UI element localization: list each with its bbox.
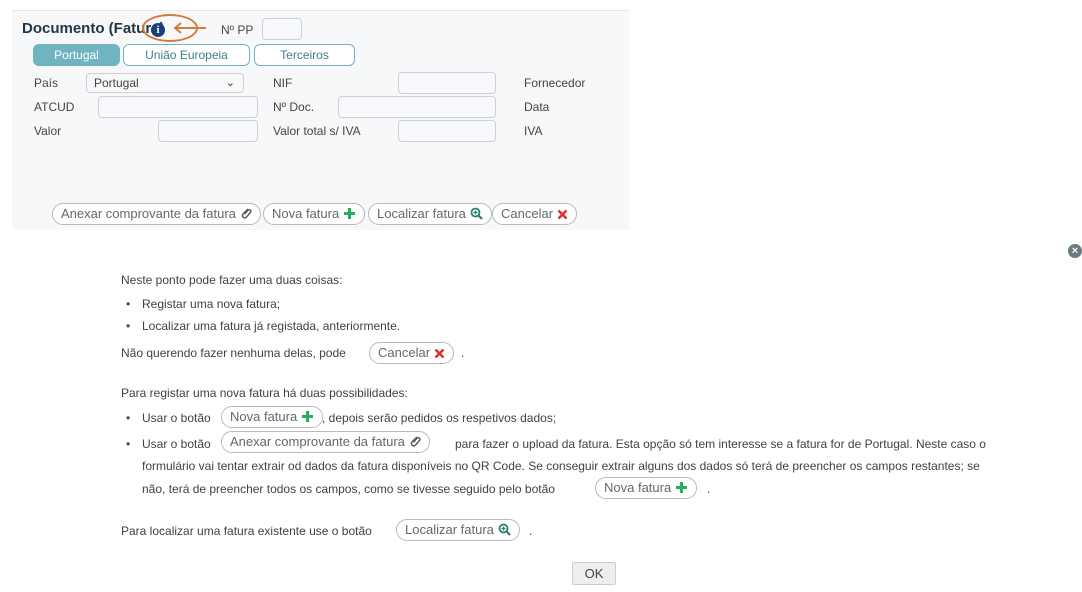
pais-label: País <box>34 76 59 90</box>
attach-receipt-label: Anexar comprovante da fatura <box>61 206 236 221</box>
chevron-down-icon: ⌄ <box>225 77 235 89</box>
close-red-icon <box>434 345 445 365</box>
valor-label: Valor <box>34 124 62 138</box>
help-line-c: não, terá de preencher todos os campos, … <box>142 482 555 496</box>
nif-input[interactable] <box>398 72 496 94</box>
valor-total-input[interactable] <box>398 120 496 142</box>
find-invoice-label: Localizar fatura <box>377 206 466 221</box>
help-find-invoice-button[interactable]: Localizar fatura <box>396 519 520 541</box>
help-find-line: Para localizar uma fatura existente use … <box>121 524 372 538</box>
help-attach-receipt-button[interactable]: Anexar comprovante da fatura <box>221 431 430 453</box>
zoom-in-icon <box>470 206 483 226</box>
npp-label: Nº PP <box>221 23 254 37</box>
ndoc-input[interactable] <box>338 96 496 118</box>
find-invoice-button[interactable]: Localizar fatura <box>368 203 492 225</box>
bullet-dot-icon: • <box>126 319 131 333</box>
new-invoice-button[interactable]: Nova fatura <box>263 203 366 226</box>
new-invoice-label: Nova fatura <box>272 206 340 221</box>
help-use-button-2: Usar o botão <box>142 437 211 451</box>
invoice-form-card <box>12 10 629 230</box>
iva-label: IVA <box>524 124 543 138</box>
help-new-invoice-button[interactable]: Nova fatura <box>221 406 324 429</box>
npp-input[interactable] <box>262 18 302 40</box>
help-bullet-2: Localizar uma fatura já registada, anter… <box>142 319 401 333</box>
help-dot-3: . <box>529 524 533 538</box>
pais-select-value: Portugal <box>94 76 139 90</box>
help-new-invoice-label: Nova fatura <box>230 409 298 424</box>
plus-icon <box>301 409 314 429</box>
help-new-invoice-label-2: Nova fatura <box>604 480 672 495</box>
help-find-invoice-label: Localizar fatura <box>405 522 494 537</box>
help-cancel-line: Não querendo fazer nenhuma delas, pode <box>121 346 346 360</box>
cancel-button[interactable]: Cancelar <box>492 203 578 226</box>
close-icon[interactable]: × <box>1068 244 1082 258</box>
help-line-b: formulário vai tentar extrair od dados d… <box>142 459 980 473</box>
bullet-dot-icon: • <box>126 437 131 451</box>
bullet-dot-icon: • <box>126 411 131 425</box>
pais-select[interactable]: Portugal ⌄ <box>86 73 244 93</box>
help-dot-2: . <box>707 482 711 496</box>
help-cancel-label: Cancelar <box>378 345 431 360</box>
ok-button[interactable]: OK <box>572 562 616 585</box>
paperclip-icon <box>409 434 421 454</box>
help-bullet-1: Registar uma nova fatura; <box>142 297 281 311</box>
atcud-label: ATCUD <box>34 100 75 114</box>
help-after-anexar: para fazer o upload da fatura. Esta opçã… <box>455 437 986 451</box>
help-new-invoice-button-2[interactable]: Nova fatura <box>595 477 698 500</box>
nif-label: NIF <box>273 76 293 90</box>
help-attach-receipt-label: Anexar comprovante da fatura <box>230 434 405 449</box>
cancel-label: Cancelar <box>501 206 554 221</box>
tab-portugal[interactable]: Portugal <box>33 44 120 66</box>
tab-terceiros[interactable]: Terceiros <box>254 44 355 66</box>
fornecedor-label: Fornecedor <box>524 76 586 90</box>
tab-uniao-europeia[interactable]: União Europeia <box>123 44 250 66</box>
valor-input[interactable] <box>158 120 258 142</box>
paperclip-icon <box>240 206 252 226</box>
annotation-arrow-icon <box>173 22 206 34</box>
help-after-nova: , depois serão pedidos os respetivos dad… <box>322 411 557 425</box>
help-use-button-1: Usar o botão <box>142 411 211 425</box>
zoom-in-icon <box>498 522 511 542</box>
valor-total-label: Valor total s/ IVA <box>273 124 361 138</box>
help-register-intro: Para registar uma nova fatura há duas po… <box>121 386 408 400</box>
plus-icon <box>675 480 688 500</box>
attach-receipt-button[interactable]: Anexar comprovante da fatura <box>52 203 261 225</box>
data-label: Data <box>524 100 550 114</box>
ndoc-label: Nº Doc. <box>273 100 315 114</box>
atcud-input[interactable] <box>98 96 258 118</box>
plus-icon <box>343 206 356 226</box>
help-intro: Neste ponto pode fazer uma duas coisas: <box>121 273 343 287</box>
close-red-icon <box>557 206 568 226</box>
bullet-dot-icon: • <box>126 297 131 311</box>
help-cancel-dot: . <box>461 346 465 360</box>
help-cancel-button[interactable]: Cancelar <box>369 342 455 365</box>
